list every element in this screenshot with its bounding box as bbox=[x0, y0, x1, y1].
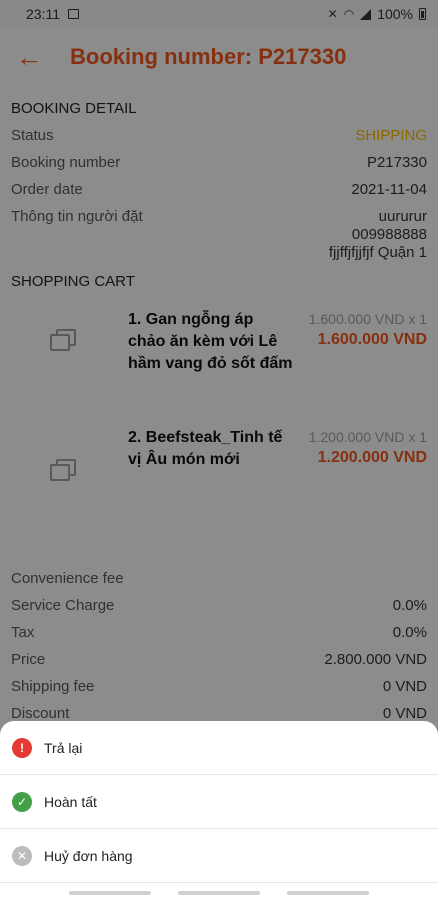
nav-back-button[interactable] bbox=[287, 890, 370, 895]
return-action-label: Trả lại bbox=[44, 739, 83, 756]
nav-recents-button[interactable] bbox=[68, 890, 151, 895]
cancel-icon: ✕ bbox=[12, 845, 32, 866]
complete-action-label: Hoàn tất bbox=[44, 793, 97, 810]
alert-icon: ! bbox=[12, 737, 32, 758]
return-action[interactable]: ! Trả lại bbox=[0, 721, 438, 775]
system-nav-bar bbox=[0, 885, 438, 900]
cancel-order-action[interactable]: ✕ Huỷ đơn hàng bbox=[0, 829, 438, 883]
action-bottom-sheet: ! Trả lại ✓ Hoàn tất ✕ Huỷ đơn hàng bbox=[0, 721, 438, 900]
check-icon: ✓ bbox=[12, 791, 32, 812]
cancel-order-action-label: Huỷ đơn hàng bbox=[44, 847, 133, 864]
nav-home-button[interactable] bbox=[177, 890, 260, 895]
complete-action[interactable]: ✓ Hoàn tất bbox=[0, 775, 438, 829]
